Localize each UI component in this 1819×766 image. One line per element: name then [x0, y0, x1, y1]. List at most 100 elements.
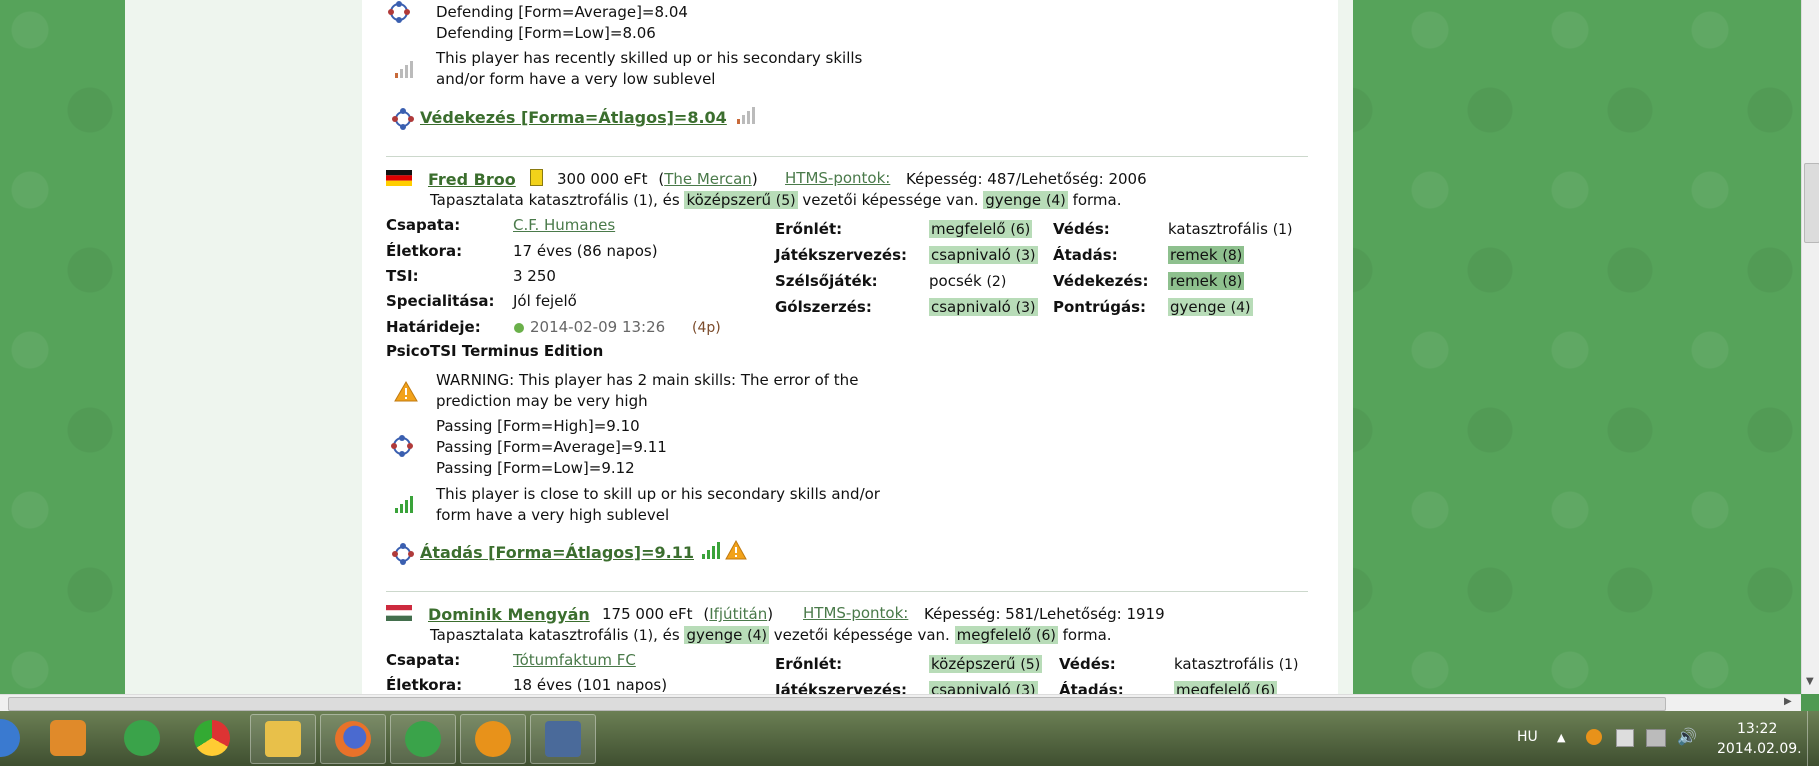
deadline-value: 2014-02-09 13:26 [530, 318, 666, 336]
prev-prediction-link[interactable]: Védekezés [Forma=Átlagos]=8.04 [420, 108, 727, 127]
speciality-value: Jól fejelő [513, 292, 577, 310]
warning-line-2: prediction may be very high [436, 392, 648, 410]
tsi-value: 3 250 [513, 267, 556, 285]
experience-value: katasztrofális [528, 191, 629, 209]
action-center-icon[interactable] [1616, 729, 1634, 747]
htms-points-link[interactable]: HTMS-pontok: [803, 604, 908, 622]
text: vezetői képessége van. [773, 626, 950, 644]
tsi-label: TSI: [386, 267, 419, 285]
manager-link[interactable]: Ifjútitán [709, 605, 767, 623]
player-name-link[interactable]: Fred Broo [428, 170, 516, 189]
team-link[interactable]: Tótumfaktum FC [513, 650, 636, 671]
htms-points-link[interactable]: HTMS-pontok: [785, 169, 890, 187]
skill-label: Játékszervezés: [775, 246, 908, 264]
volume-icon[interactable]: 🔊 [1677, 727, 1697, 746]
utorrent-icon [405, 721, 441, 757]
player-name-link[interactable]: Dominik Mengyán [428, 605, 590, 624]
text: Tapasztalata [430, 191, 524, 209]
taskbar-utorrent-active[interactable] [390, 714, 456, 764]
price-value: 300 000 eFt [557, 170, 648, 188]
clock-time[interactable]: 13:22 [1737, 721, 1777, 737]
skill-label: Védés: [1059, 655, 1116, 673]
htms-values: Képesség: 581/Lehetőség: 1919 [924, 605, 1165, 623]
skill-value: remek (8) [1168, 272, 1245, 290]
form-value: megfelelő [956, 626, 1032, 644]
warning-icon [394, 381, 418, 402]
info-icon [475, 721, 511, 757]
psicotsi-title: PsicoTSI Terminus Edition [386, 342, 604, 360]
scroll-right-arrow-icon[interactable]: ▶ [1784, 696, 1792, 707]
player-divider [386, 156, 1308, 157]
deadline-extra: (4p) [692, 320, 721, 336]
close-note-line-1: This player is close to skill up or his … [436, 485, 880, 503]
taskbar-explorer[interactable] [250, 714, 316, 764]
globe-icon [514, 323, 524, 333]
skill-value: csapnivaló (3) [929, 298, 1038, 316]
age-value: 18 éves (101 napos) [513, 676, 668, 694]
skill-label: Erőnlét: [775, 655, 843, 673]
taskbar-firefox[interactable] [320, 714, 386, 764]
skill-label: Játékszervezés: [775, 681, 908, 694]
tray-info-icon[interactable] [1586, 729, 1602, 745]
taskbar-utorrent[interactable] [110, 714, 174, 762]
passing-low: Passing [Form=Low]=9.12 [436, 459, 635, 477]
player-list-content: Defending [Form=Average]=8.04 Defending … [362, 0, 1338, 694]
chrome-icon [194, 720, 230, 756]
team-label: Csapata: [386, 651, 461, 669]
horizontal-scroll-thumb[interactable] [8, 697, 1666, 711]
leadership-value: középszerű [686, 191, 772, 209]
htms-values: Képesség: 487/Lehetőség: 2006 [906, 170, 1147, 188]
skill-label: Gólszerzés: [775, 298, 872, 316]
skill-value: katasztrofális (1) [1168, 220, 1293, 238]
text: Tapasztalata [430, 626, 524, 644]
taskbar-chrome[interactable] [180, 714, 244, 762]
clock-date[interactable]: 2014.02.09. [1717, 741, 1802, 757]
price-value: 175 000 eFt [602, 605, 693, 623]
firefox-icon [335, 721, 371, 757]
skill-value: pocsék (2) [929, 272, 1007, 290]
ie-icon[interactable] [0, 719, 20, 757]
player-price: 175 000 eFt (Ifjútitán) [602, 604, 773, 625]
skill-value: gyenge (4) [1168, 298, 1253, 316]
level: (6) [1036, 628, 1056, 644]
language-indicator[interactable]: HU [1517, 729, 1538, 745]
skill-value: középszerű (5) [929, 655, 1043, 673]
text: , és [653, 626, 680, 644]
show-desktop-button[interactable] [1807, 711, 1819, 766]
prediction-network-icon [388, 1, 410, 23]
skill-value: csapnivaló (3) [929, 680, 1038, 694]
player-price: 300 000 eFt (The Mercan) [557, 169, 758, 190]
skill-label: Átadás: [1059, 681, 1124, 694]
network-icon[interactable] [1646, 729, 1666, 747]
horizontal-scrollbar[interactable]: ▶ [0, 694, 1801, 712]
text: , és [653, 191, 680, 209]
deadline-label: Határideje: [386, 318, 481, 336]
age-label: Életkora: [386, 676, 463, 694]
prediction-network-icon [391, 435, 413, 457]
experience-line: Tapasztalata katasztrofális (1), és közé… [430, 190, 1122, 212]
manager-link[interactable]: The Mercan [664, 170, 752, 188]
vertical-scrollbar[interactable]: ▼ [1801, 0, 1819, 694]
warning-line-1: WARNING: This player has 2 main skills: … [436, 371, 859, 389]
taskbar-virtualbox[interactable] [530, 714, 596, 764]
taskbar-info-app[interactable] [460, 714, 526, 764]
vertical-scroll-thumb[interactable] [1804, 163, 1819, 243]
hungary-flag-icon [386, 605, 412, 621]
passing-prediction-link[interactable]: Átadás [Forma=Átlagos]=9.11 [420, 543, 694, 562]
skill-value: megfelelő (6) [929, 220, 1033, 238]
team-link[interactable]: C.F. Humanes [513, 215, 615, 236]
taskbar-media-player[interactable] [36, 714, 100, 762]
skill-value: csapnivaló (3) [929, 246, 1038, 264]
defending-average: Defending [Form=Average]=8.04 [436, 3, 688, 21]
scroll-down-arrow-icon[interactable]: ▼ [1806, 676, 1814, 687]
level: (4) [747, 628, 767, 644]
tray-expand-icon[interactable]: ▲ [1557, 731, 1565, 744]
skill-label: Szélsőjáték: [775, 272, 878, 290]
skill-label: Erőnlét: [775, 220, 843, 238]
paren: ) [767, 605, 774, 623]
passing-high: Passing [Form=High]=9.10 [436, 417, 640, 435]
level: (4) [1045, 193, 1066, 209]
experience-line: Tapasztalata katasztrofális (1), és gyen… [430, 625, 1112, 647]
low-sublevel-bars-icon [395, 61, 413, 78]
team-label: Csapata: [386, 216, 461, 234]
